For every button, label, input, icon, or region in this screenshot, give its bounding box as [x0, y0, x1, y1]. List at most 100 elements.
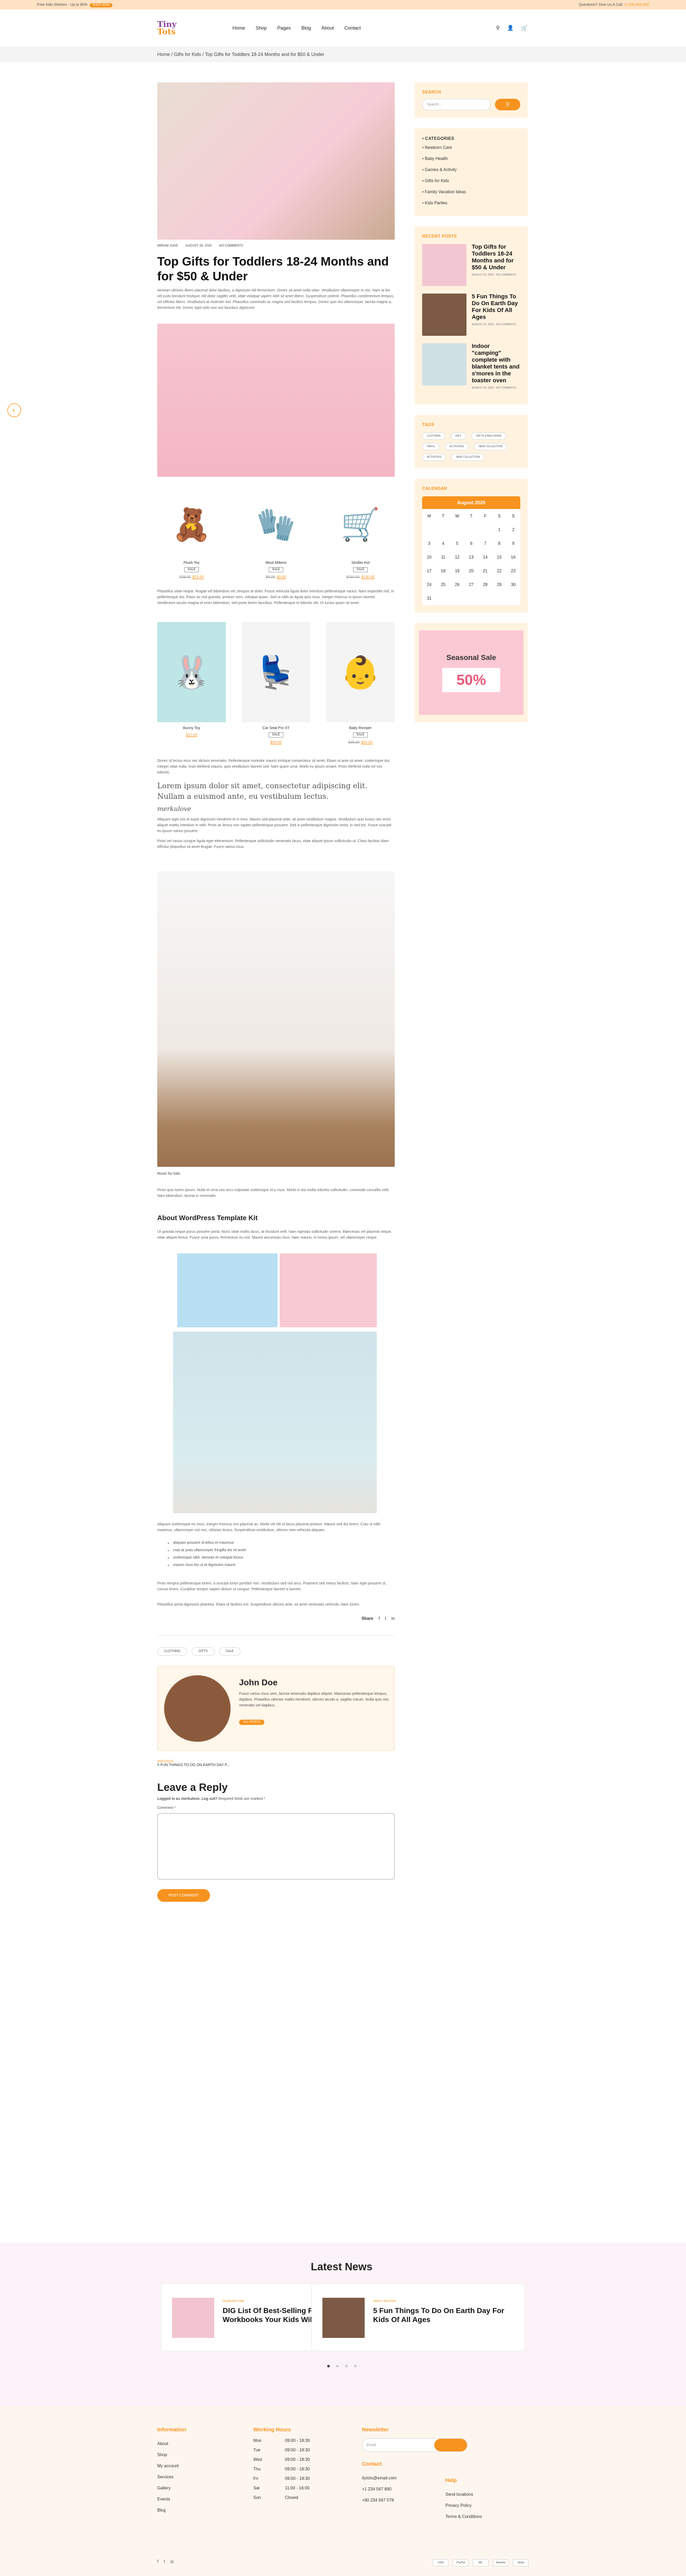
post-tag[interactable]: GIFTS [192, 1647, 215, 1656]
cal-day: 27 [469, 582, 474, 587]
prev-title: 5 FUN THINGS TO DO ON EARTH DAY F... [157, 1763, 230, 1767]
carousel-dot[interactable] [345, 2365, 348, 2367]
tag-link[interactable]: ACTIVITIES [422, 454, 446, 461]
recent-post-title[interactable]: Indoor "camping" complete with blanket t… [472, 343, 520, 384]
twitter-icon[interactable]: t [385, 1616, 386, 1621]
recent-post[interactable]: 5 Fun Things To Do On Earth Day For Kids… [422, 294, 520, 336]
facebook-icon[interactable]: f [378, 1616, 379, 1621]
previous-post-link[interactable]: PREVIOUS 5 FUN THINGS TO DO ON EARTH DAY… [157, 1760, 395, 1767]
footer-link[interactable]: Blog [157, 2505, 186, 2516]
nav-blog[interactable]: Blog [301, 25, 311, 31]
gallery-image[interactable] [173, 1332, 377, 1513]
sale-button[interactable]: SALE [184, 567, 199, 572]
recent-post[interactable]: Top Gifts for Toddlers 18-24 Months and … [422, 244, 520, 286]
nav-pages[interactable]: Pages [278, 25, 291, 31]
sale-title: Seasonal Sale [446, 653, 497, 662]
footer-link[interactable]: About [157, 2438, 186, 2449]
product-card[interactable]: 🧤 Wool Mittens SALE $5.00 $3.00 [242, 487, 310, 580]
logged-in-link[interactable]: Logged in as merkulove. [157, 1797, 201, 1801]
cal-day: 26 [454, 582, 460, 587]
sale-button[interactable]: SALE [269, 567, 283, 572]
carousel-dot[interactable] [336, 2365, 339, 2367]
footer-heading: Working Hours [253, 2427, 291, 2433]
tag-link[interactable]: NEW COLLECTION [451, 454, 485, 461]
cal-day [464, 591, 479, 605]
footer-link[interactable]: My account [157, 2460, 186, 2471]
gallery-image[interactable] [280, 1253, 377, 1327]
recent-post-title[interactable]: Top Gifts for Toddlers 18-24 Months and … [472, 244, 520, 271]
product-card[interactable]: 🧸 Plush Toy SALE $29.00 $22.00 [157, 487, 226, 580]
footer-link[interactable]: Terms & Conditions [445, 2511, 482, 2522]
search-icon[interactable]: ⚲ [496, 25, 500, 31]
shop-now-button[interactable]: SHOP NOW [89, 3, 112, 7]
bullet-list: aliquam posuere id tellus et maximus cra… [157, 1540, 395, 1569]
left-scroll-icon[interactable]: ◐ [7, 403, 21, 417]
subscribe-button[interactable] [434, 2439, 467, 2451]
news-label: NEWBORN CARE [223, 2300, 245, 2303]
category-link[interactable]: Kids Parties [422, 197, 520, 209]
cart-icon[interactable]: 🛒 [521, 25, 528, 31]
recent-post-title[interactable]: 5 Fun Things To Do On Earth Day For Kids… [472, 294, 520, 321]
tag-link[interactable]: ACTIVITIES [445, 443, 469, 450]
tag-link[interactable]: GIFT [450, 432, 466, 440]
category-link[interactable]: Gifts for Kids [422, 175, 520, 186]
post-comments[interactable]: NO COMMENTS [219, 244, 243, 248]
sale-banner[interactable]: Seasonal Sale 50% [419, 630, 523, 715]
category-link[interactable]: Family Vacation Ideas [422, 186, 520, 197]
paragraph: Phasellus porta dignissim pharetra. Etia… [157, 1603, 360, 1607]
site-logo[interactable]: Tiny Tots [157, 21, 176, 36]
twitter-icon[interactable]: t [164, 2559, 165, 2566]
sale-button[interactable]: SALE [269, 732, 283, 738]
sale-button[interactable]: SALE [353, 567, 368, 572]
footer-link[interactable]: Shop [157, 2449, 186, 2460]
cal-day [450, 591, 464, 605]
cal-weekday: T [442, 513, 445, 518]
phone-link[interactable]: +1 500 000 000 [623, 3, 649, 7]
nav-home[interactable]: Home [232, 25, 245, 31]
search-input[interactable]: Search... [422, 99, 491, 110]
comment-textarea[interactable] [157, 1813, 395, 1880]
category-link[interactable]: Baby Health [422, 153, 520, 164]
news-title[interactable]: 5 Fun Things To Do On Earth Day For Kids… [373, 2306, 510, 2324]
required-note: Required fields are marked * [218, 1797, 265, 1801]
post-comment-button[interactable]: POST COMMENT [157, 1889, 210, 1902]
news-card[interactable]: FAMILY VACATION 5 Fun Things To Do On Ea… [311, 2284, 525, 2351]
post-author[interactable]: MIRIAM JUGE [157, 244, 178, 248]
all-posts-button[interactable]: ALL POSTS [239, 1720, 265, 1725]
nav-about[interactable]: About [321, 25, 334, 31]
gallery-image[interactable] [177, 1253, 278, 1327]
footer-link[interactable]: Events [157, 2494, 186, 2505]
user-icon[interactable]: 👤 [507, 25, 513, 31]
product-card[interactable]: 🐰 Bunny Toy $12.00 [157, 622, 226, 744]
email-field[interactable]: Email [362, 2438, 468, 2452]
list-item: cras at justo ullamcorper fringilla dui … [173, 1547, 395, 1554]
logout-link[interactable]: Log out? [202, 1797, 217, 1801]
tag-link[interactable]: HINTS [422, 443, 440, 450]
tag-link[interactable]: NEW COLLECTION [474, 443, 508, 450]
category-link[interactable]: Newborn Care [422, 142, 520, 153]
sale-button[interactable]: SALE [353, 732, 368, 738]
post-tag[interactable]: CLOTHING [157, 1647, 188, 1656]
footer-link[interactable]: Gallery [157, 2483, 186, 2494]
search-button[interactable]: ⚲ [495, 99, 520, 110]
post-tag[interactable]: SALE [218, 1647, 241, 1656]
instagram-icon[interactable]: ◎ [170, 2559, 174, 2566]
tag-link[interactable]: GIFTS & BALLOONS [471, 432, 507, 440]
footer-link[interactable]: Send locations [445, 2489, 482, 2500]
email-placeholder: Email [367, 2443, 376, 2447]
carousel-dot[interactable] [327, 2365, 330, 2367]
linkedin-icon[interactable]: in [392, 1616, 395, 1621]
facebook-icon[interactable]: f [157, 2559, 158, 2566]
cal-weekday: T [470, 513, 473, 518]
product-card[interactable]: 👶 Baby Romper SALE $35.00 $24.00 [326, 622, 395, 744]
footer-link[interactable]: Services [157, 2471, 186, 2483]
nav-shop[interactable]: Shop [256, 25, 267, 31]
carousel-dot[interactable] [354, 2365, 357, 2367]
product-card[interactable]: 🛒 Stroller Kid SALE $150.00 $130.00 [326, 487, 395, 580]
recent-post[interactable]: Indoor "camping" complete with blanket t… [422, 343, 520, 390]
category-link[interactable]: Games & Activity [422, 164, 520, 175]
product-card[interactable]: 💺 Car Seat Pro XT SALE $54.00 [242, 622, 310, 744]
tag-link[interactable]: CLOTHING [422, 432, 445, 440]
footer-link[interactable]: Privacy Policy [445, 2500, 482, 2511]
nav-contact[interactable]: Contact [345, 25, 361, 31]
